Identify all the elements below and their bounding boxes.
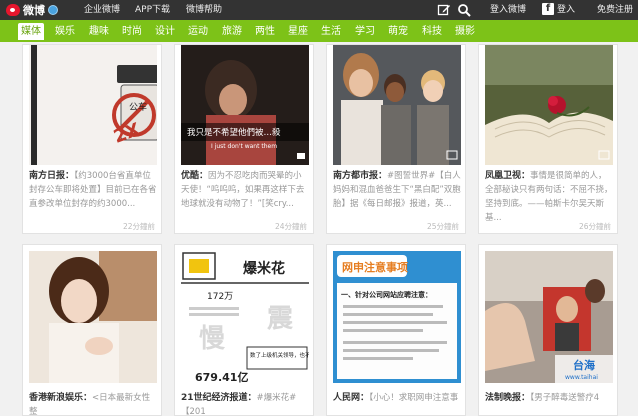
- facebook-icon[interactable]: f: [542, 3, 554, 15]
- card-thumbnail: 爆米花 172万 慢 震 数了上级机关领导，也不能叫家属 679.41亿: [181, 251, 309, 383]
- search-icon[interactable]: [457, 3, 471, 17]
- card-thumbnail: 我只是不希望他們被…殺 I just don't want them: [181, 45, 309, 165]
- card-thumbnail: 网申注意事项 一、针对公司网站应聘注意：: [333, 251, 461, 383]
- logo-text: 微博: [23, 4, 45, 17]
- register-link[interactable]: 免费注册: [597, 0, 633, 20]
- card-source: 优酷：: [181, 171, 209, 181]
- poster-heading: 网申注意事项: [342, 260, 408, 274]
- weibo-eye-icon: [6, 4, 20, 16]
- tab-fun[interactable]: 趣味: [86, 23, 112, 40]
- card-thumbnail: 公车 2X: [29, 45, 157, 165]
- poster-box-text: 数了上级机关领导，也不能叫家属: [250, 351, 309, 359]
- card-source: 南方日报：: [29, 171, 75, 181]
- tab-horoscope[interactable]: 星座: [285, 23, 311, 40]
- subtitle-cn: 我只是不希望他們被…殺: [187, 127, 281, 138]
- edit-icon[interactable]: [437, 3, 451, 17]
- card-thumbnail: [485, 45, 613, 165]
- tab-photography[interactable]: 摄影: [452, 23, 478, 40]
- watermark-logo: 台海: [573, 358, 595, 372]
- feed-card[interactable]: 公车 2X 南方日报：【约3000台省直单位封存公车即将处置】目前已在各省直参改…: [22, 44, 162, 234]
- feed-card[interactable]: 凤凰卫视：事情是很简单的人，全部秘诀只有两句话：不屈不挠，坚持到底。——帕斯卡尔…: [478, 44, 618, 234]
- card-source: 香港新浪娱乐：: [29, 393, 93, 403]
- tab-entertainment[interactable]: 娱乐: [52, 23, 78, 40]
- tab-sports[interactable]: 运动: [185, 23, 211, 40]
- poster-big-char-1: 慢: [199, 324, 226, 354]
- top-bar: 微博 企业微博 APP下载 微博帮助 登入微博 f 登入 免费注册: [0, 0, 638, 20]
- subtitle-en: I just don't want them: [211, 143, 277, 150]
- nav-weibo-help[interactable]: 微博帮助: [186, 0, 222, 20]
- card-timestamp: 24分鐘前: [274, 222, 307, 231]
- card-text: 21世纪经济报道：#爆米花#【201: [181, 391, 309, 415]
- card-text: 凤凰卫视：事情是很简单的人，全部秘诀只有两句话：不屈不挠，坚持到底。——帕斯卡尔…: [485, 169, 613, 225]
- video-icon: [297, 153, 305, 159]
- card-source: 南方都市报：: [333, 171, 388, 181]
- card-thumbnail: [333, 45, 461, 165]
- tab-design[interactable]: 设计: [152, 23, 178, 40]
- feed-card[interactable]: 香港新浪娱乐：<日本最新女性整: [22, 244, 162, 416]
- category-bar: 媒体 娱乐 趣味 时尚 设计 运动 旅游 两性 星座 生活 学习 萌宠 科技 摄…: [0, 20, 638, 42]
- feed-card[interactable]: 南方都市报：#图誓世界#【白人妈妈和混血爸爸生下“黑白配”双胞胎】据《每日邮报》…: [326, 44, 466, 234]
- tab-tech[interactable]: 科技: [419, 23, 445, 40]
- poster-number-1: 172万: [207, 292, 233, 302]
- card-thumbnail: [29, 251, 157, 383]
- card-source: 法制晚报：: [485, 393, 531, 403]
- card-timestamp: 22分鐘前: [122, 222, 155, 231]
- card-source: 凤凰卫视：: [485, 171, 531, 181]
- poster-line: 一、针对公司网站应聘注意：: [341, 290, 432, 299]
- card-text: 南方日报：【约3000台省直单位封存公车即将处置】目前已在各省直参改单位封存的约…: [29, 169, 157, 211]
- nav-enterprise-weibo[interactable]: 企业微博: [84, 0, 120, 20]
- card-text: 法制晚报：【男子醉毒送警疗4: [485, 391, 613, 405]
- tab-media[interactable]: 媒体: [18, 23, 44, 40]
- card-timestamp: 25分鐘前: [426, 222, 459, 231]
- sign-text: 公车: [129, 101, 147, 113]
- card-thumbnail: 台海 www.taihai: [485, 251, 613, 383]
- weibo-logo[interactable]: 微博: [6, 2, 58, 18]
- card-source: 人民网：: [333, 393, 370, 403]
- poster-number-2: 679.41亿: [195, 370, 248, 383]
- card-summary: 【男子醉毒送警疗4: [530, 393, 600, 403]
- tab-travel[interactable]: 旅游: [219, 23, 245, 40]
- feed-card[interactable]: 台海 www.taihai 法制晚报：【男子醉毒送警疗4: [478, 244, 618, 416]
- tab-life[interactable]: 生活: [318, 23, 344, 40]
- nav-app-download[interactable]: APP下载: [135, 0, 170, 20]
- card-timestamp: 26分鐘前: [578, 222, 611, 231]
- globe-icon: [48, 5, 58, 15]
- poster-big-char-2: 震: [267, 304, 294, 334]
- card-text: 优酷：因为不忍吃肉而哭晕的小天使！“呜呜呜，如果再这样下去地球就没有动物了！”[…: [181, 169, 309, 211]
- feed-card[interactable]: 爆米花 172万 慢 震 数了上级机关领导，也不能叫家属 679.41亿 21世…: [174, 244, 314, 416]
- tab-learning[interactable]: 学习: [352, 23, 378, 40]
- card-source: 21世纪经济报道：: [181, 393, 257, 403]
- tab-fashion[interactable]: 时尚: [119, 23, 145, 40]
- card-text: 南方都市报：#图誓世界#【白人妈妈和混血爸爸生下“黑白配”双胞胎】据《每日邮报》…: [333, 169, 461, 211]
- tab-sex[interactable]: 两性: [252, 23, 278, 40]
- tab-pets[interactable]: 萌宠: [385, 23, 411, 40]
- login-facebook-link[interactable]: 登入: [557, 0, 575, 20]
- card-text: 香港新浪娱乐：<日本最新女性整: [29, 391, 157, 415]
- card-summary: 【小心！求职网申注意事: [369, 393, 459, 403]
- login-weibo-link[interactable]: 登入微博: [490, 0, 526, 20]
- watermark-url: www.taihai: [565, 374, 598, 381]
- feed-card[interactable]: 我只是不希望他們被…殺 I just don't want them 优酷：因为…: [174, 44, 314, 234]
- feed-card[interactable]: 网申注意事项 一、针对公司网站应聘注意： 人民网：【小心！求职网申注意事: [326, 244, 466, 416]
- poster-title: 爆米花: [243, 260, 285, 277]
- card-text: 人民网：【小心！求职网申注意事: [333, 391, 461, 405]
